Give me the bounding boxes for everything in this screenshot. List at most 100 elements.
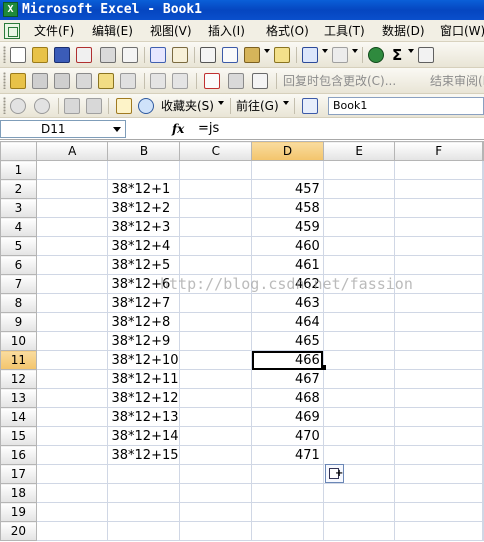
open-icon[interactable] [32,47,48,63]
cell-g[interactable] [482,407,484,427]
research-icon[interactable] [172,47,188,63]
undo-icon[interactable] [302,47,318,63]
cell-b[interactable]: 38*12+4 [107,236,181,256]
format-painter-icon[interactable] [274,47,290,63]
cell-g[interactable] [482,388,484,408]
cell-a[interactable] [35,407,109,427]
next-comment-icon[interactable] [54,73,70,89]
cell-d[interactable]: 468 [251,388,324,408]
back-icon[interactable] [10,98,26,114]
cell-e[interactable] [322,350,396,370]
paste-icon[interactable] [244,47,260,63]
formula-input[interactable]: =js [194,120,484,138]
cell-a[interactable] [35,369,109,389]
auto-fill-options-icon[interactable] [325,464,344,483]
cell-f[interactable] [394,502,483,522]
cell-e[interactable] [322,521,396,541]
cell-f[interactable] [394,464,483,484]
cell-g[interactable] [482,331,484,351]
cell-g[interactable] [482,464,484,484]
cell-b[interactable]: 38*12+13 [107,407,181,427]
cell-e[interactable] [322,236,396,256]
row-header[interactable]: 3 [0,198,37,218]
workbook-icon[interactable] [4,23,20,39]
cell-b[interactable]: 38*12+3 [107,217,181,237]
cell-g[interactable] [482,445,484,465]
autosum-icon[interactable]: Σ [392,47,402,63]
autosum-dropdown-icon[interactable] [408,49,414,53]
row-header[interactable]: 20 [0,521,37,541]
spelling-icon[interactable] [150,47,166,63]
cell-e[interactable] [322,331,396,351]
name-box-dropdown-icon[interactable] [113,127,121,132]
show-only-web-toolbar-icon[interactable] [302,98,318,114]
menu-data[interactable]: 数据(D) [382,23,425,39]
menu-edit[interactable]: 编辑(E) [92,23,133,39]
cell-a[interactable] [35,217,109,237]
cell-e[interactable] [322,293,396,313]
menu-file[interactable]: 文件(F) [34,23,74,39]
address-input[interactable]: Book1 [328,97,484,115]
excel-app-icon[interactable]: X [3,2,18,17]
cell-b[interactable]: 38*12+7 [107,293,181,313]
cell-a[interactable] [35,198,109,218]
cell-f[interactable] [394,198,483,218]
protect-icon[interactable] [172,73,188,89]
redo-dropdown-icon[interactable] [352,49,358,53]
reply-with-changes-button[interactable]: 回复时包含更改(C)... [283,73,396,89]
cell-b[interactable]: 38*12+14 [107,426,181,446]
active-cell[interactable]: 466 [251,350,324,370]
cell-a[interactable] [35,483,109,503]
row-header[interactable]: 17 [0,464,37,484]
cell-g[interactable] [482,198,484,218]
row-header[interactable]: 2 [0,179,37,199]
cell-g[interactable] [482,160,484,180]
show-all-comments-icon[interactable] [98,73,114,89]
cell-a[interactable] [35,236,109,256]
cell-c[interactable] [179,312,253,332]
column-header-b[interactable]: B [107,141,181,161]
stop-icon[interactable] [64,98,80,114]
cell-c[interactable] [179,217,253,237]
go-button[interactable]: 前往(G) [236,98,279,114]
row-header[interactable]: 6 [0,255,37,275]
menu-window[interactable]: 窗口(W) [440,23,484,39]
cell-c[interactable] [179,160,253,180]
cell-g[interactable] [482,236,484,256]
save-icon[interactable] [54,47,70,63]
cell-d[interactable]: 467 [251,369,324,389]
search-web-icon[interactable] [138,98,154,114]
cell-d[interactable]: 464 [251,312,324,332]
column-header-e[interactable]: E [322,141,396,161]
cell-f[interactable] [394,274,483,294]
cell-a[interactable] [35,179,109,199]
cell-e[interactable] [322,179,396,199]
cell-c[interactable] [179,426,253,446]
cell-a[interactable] [35,464,109,484]
cell-b[interactable] [107,521,181,541]
select-all-corner[interactable] [0,141,37,161]
cell-g[interactable] [482,483,484,503]
cell-f[interactable] [394,255,483,275]
go-dropdown-icon[interactable] [283,101,289,105]
cell-d[interactable]: 457 [251,179,324,199]
cell-g[interactable] [482,312,484,332]
cell-f[interactable] [394,369,483,389]
cell-a[interactable] [35,312,109,332]
cell-b[interactable]: 38*12+1 [107,179,181,199]
row-header[interactable]: 5 [0,236,37,256]
cell-f[interactable] [394,407,483,427]
row-header[interactable]: 4 [0,217,37,237]
cell-c[interactable] [179,179,253,199]
cut-icon[interactable] [200,47,216,63]
home-icon[interactable] [116,98,132,114]
cell-c[interactable] [179,445,253,465]
cell-d[interactable]: 458 [251,198,324,218]
row-header[interactable]: 11 [0,350,37,370]
cell-e[interactable] [322,502,396,522]
cell-a[interactable] [35,274,109,294]
menu-insert[interactable]: 插入(I) [208,23,245,39]
cell-b[interactable]: 38*12+8 [107,312,181,332]
cell-c[interactable] [179,407,253,427]
cell-e[interactable] [322,407,396,427]
